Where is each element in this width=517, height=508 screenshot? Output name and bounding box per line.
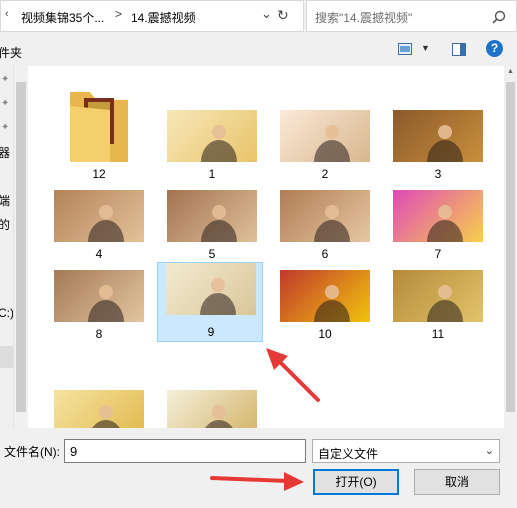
file-name-label: 6 — [321, 247, 329, 261]
thumbnail-image-icon — [54, 270, 144, 322]
view-icon[interactable] — [398, 43, 412, 55]
file-item[interactable]: 11 — [385, 270, 491, 356]
nav-selected-item[interactable] — [0, 346, 13, 368]
file-name-label: 8 — [95, 327, 103, 341]
scrollbar-thumb[interactable] — [506, 82, 515, 412]
search-placeholder: 搜索"14.震撼视频" — [315, 11, 413, 25]
file-scrollbar[interactable]: ▲ — [504, 66, 517, 428]
scrollbar-thumb[interactable] — [16, 82, 26, 412]
file-name-label: 3 — [434, 167, 442, 181]
chevron-down-icon: ⌄ — [484, 445, 494, 457]
open-button[interactable]: 打开(O) — [313, 469, 399, 495]
file-item[interactable]: 12 — [46, 92, 152, 196]
arrow-to-open-button-icon — [210, 472, 304, 491]
file-item[interactable]: 1 — [159, 110, 265, 196]
thumbnail-image-icon — [54, 190, 144, 242]
view-dropdown-icon[interactable]: ▼ — [421, 43, 430, 53]
nav-item-label[interactable]: 的 — [0, 216, 10, 233]
pin-icon: ✦ — [1, 98, 10, 109]
thumbnail-image-icon — [393, 110, 483, 162]
file-item[interactable]: 9 — [157, 262, 263, 342]
navigation-pane[interactable]: ✦ ✦ ✦ 器 端 的 C:) — [0, 66, 14, 428]
thumbnail-image-icon — [167, 390, 257, 428]
thumbnail-image-icon — [54, 390, 144, 428]
file-item[interactable]: 4 — [46, 190, 152, 276]
breadcrumb-item[interactable]: 视频集锦35个... — [21, 9, 104, 26]
toolbar: 件夹 ▼ ? — [0, 36, 517, 66]
file-item[interactable]: 3 — [385, 110, 491, 196]
nav-item-label[interactable]: C:) — [0, 306, 14, 320]
nav-item-label[interactable]: 器 — [0, 144, 10, 161]
chevron-down-icon[interactable]: ⌄ — [261, 6, 272, 22]
file-name-label: 12 — [92, 167, 106, 181]
filename-field[interactable]: 9 — [64, 439, 306, 463]
nav-scrollbar[interactable] — [13, 66, 28, 428]
file-name-label: 2 — [321, 167, 329, 181]
cancel-button[interactable]: 取消 — [414, 469, 500, 495]
scroll-up-icon[interactable]: ▲ — [507, 68, 514, 75]
file-item[interactable]: 10 — [272, 270, 378, 356]
file-item[interactable]: 7 — [385, 190, 491, 276]
nav-item-label[interactable]: 端 — [0, 192, 10, 209]
help-icon[interactable]: ? — [486, 40, 503, 57]
file-item[interactable] — [46, 390, 152, 428]
breadcrumb-item[interactable]: 14.震撼视频 — [131, 9, 196, 26]
filename-label: 文件名(N): — [4, 445, 60, 459]
thumbnail-image-icon — [280, 110, 370, 162]
thumbnail-image-icon — [280, 190, 370, 242]
search-icon — [492, 10, 506, 24]
file-name-label: 5 — [208, 247, 216, 261]
file-name-label: 4 — [95, 247, 103, 261]
file-item[interactable]: 2 — [272, 110, 378, 196]
file-item[interactable]: 6 — [272, 190, 378, 276]
refresh-icon[interactable]: ↻ — [277, 7, 289, 24]
filename-value: 9 — [70, 444, 78, 459]
file-name-label: 9 — [207, 325, 215, 339]
thumbnail-image-icon — [393, 270, 483, 322]
file-list[interactable]: 12 1 2 3 4 5 6 7 8 9 10 11 — [28, 66, 504, 428]
file-item[interactable] — [159, 390, 265, 428]
thumbnail-image-icon — [280, 270, 370, 322]
folder-icon — [54, 86, 144, 162]
breadcrumb-separator[interactable]: > — [115, 7, 122, 21]
preview-pane-icon[interactable] — [452, 43, 466, 56]
thumbnail-image-icon — [167, 190, 257, 242]
search-input[interactable]: 搜索"14.震撼视频" — [306, 0, 517, 32]
filetype-value: 自定义文件 — [318, 447, 379, 461]
thumbnail-image-icon — [166, 263, 256, 315]
chevron-left-icon[interactable]: ‹ — [5, 8, 9, 20]
file-name-label: 11 — [431, 327, 445, 341]
thumbnail-image-icon — [393, 190, 483, 242]
file-name-label: 1 — [208, 167, 216, 181]
filetype-select[interactable]: 自定义文件 ⌄ — [312, 439, 500, 463]
file-name-label: 7 — [434, 247, 442, 261]
new-folder-button[interactable]: 件夹 — [0, 44, 22, 61]
thumbnail-image-icon — [167, 110, 257, 162]
file-name-label: 10 — [318, 327, 332, 341]
file-item[interactable]: 8 — [46, 270, 152, 356]
pin-icon: ✦ — [1, 122, 10, 133]
address-bar[interactable]: ‹ 视频集锦35个... > 14.震撼视频 ⌄ ↻ — [0, 0, 304, 32]
pin-icon: ✦ — [1, 74, 10, 85]
